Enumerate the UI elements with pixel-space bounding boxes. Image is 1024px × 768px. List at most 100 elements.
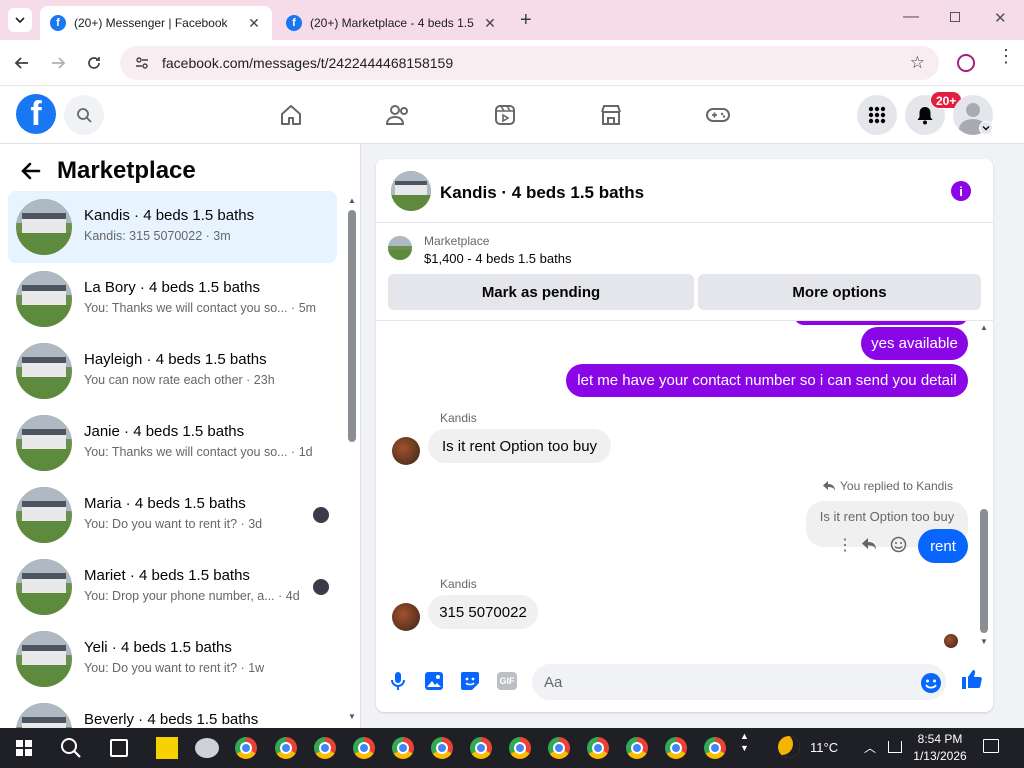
clock-date[interactable]: 1/13/2026 (910, 749, 970, 763)
bookmark-star-icon[interactable]: ☆ (910, 53, 925, 73)
chrome-app-icon[interactable] (587, 737, 609, 759)
voice-clip-button[interactable] (390, 671, 406, 696)
weather-temperature[interactable]: 11°C (810, 740, 838, 755)
tab-search-button[interactable] (8, 8, 32, 32)
message-outgoing[interactable]: let me have your contact number so i can… (566, 364, 968, 397)
reload-button[interactable] (80, 49, 108, 77)
chrome-app-icon[interactable] (235, 737, 257, 759)
facebook-logo[interactable]: f (16, 94, 56, 134)
chrome-app-icon[interactable] (509, 737, 531, 759)
chrome-app-icon[interactable] (392, 737, 414, 759)
reply-note: You replied to Kandis (840, 479, 953, 493)
message-outgoing[interactable]: yes available (861, 327, 968, 360)
site-info-icon[interactable] (134, 55, 150, 71)
listing-thumbnail (16, 631, 72, 687)
address-bar[interactable]: facebook.com/messages/t/2422444468158159… (120, 46, 939, 80)
chrome-app-icon[interactable] (431, 737, 453, 759)
browser-menu-icon[interactable]: ⋮ (997, 47, 1015, 65)
more-options-button[interactable]: More options (698, 274, 981, 310)
scrollbar-thumb[interactable] (348, 210, 356, 442)
notification-center-icon[interactable] (983, 739, 999, 753)
attach-photo-button[interactable] (424, 671, 444, 696)
sender-avatar[interactable] (392, 603, 420, 631)
photo-icon (425, 672, 443, 690)
conversation-snippet: You: Thanks we will contact you so... · … (84, 301, 317, 315)
seen-avatar (313, 507, 329, 523)
forward-button[interactable] (44, 49, 72, 77)
sender-name: Kandis (440, 577, 477, 591)
task-view-button[interactable] (110, 739, 128, 757)
tab-close-icon[interactable]: ✕ (482, 15, 498, 32)
taskbar-app-icon[interactable] (195, 738, 219, 758)
taskbar-overflow-chevron[interactable]: ▲ ▼ (740, 730, 749, 754)
nav-video[interactable] (490, 100, 520, 130)
conversation-item[interactable]: Janie · 4 beds 1.5 baths You: Thanks we w… (8, 407, 337, 479)
conversation-item[interactable]: Maria · 4 beds 1.5 baths You: Do you want… (8, 479, 337, 551)
mark-as-pending-button[interactable]: Mark as pending (388, 274, 694, 310)
chrome-app-icon[interactable] (548, 737, 570, 759)
clock-time[interactable]: 8:54 PM (916, 732, 964, 746)
gif-button[interactable]: GIF (497, 672, 517, 690)
conversation-item[interactable]: Yeli · 4 beds 1.5 baths You: Do you want … (8, 623, 337, 695)
chrome-app-icon[interactable] (704, 737, 726, 759)
tab-close-icon[interactable]: ✕ (246, 15, 262, 32)
account-chevron-icon[interactable] (979, 121, 993, 135)
back-arrow-button[interactable] (20, 160, 44, 184)
conversation-item[interactable]: La Bory · 4 beds 1.5 baths You: Thanks we… (8, 263, 337, 335)
scrollbar-track[interactable]: ▲ ▼ (346, 196, 358, 724)
listing-thumbnail[interactable] (388, 236, 412, 260)
message-incoming[interactable]: 315 5070022 (428, 595, 538, 629)
like-button[interactable] (960, 668, 982, 695)
listing-summary[interactable]: $1,400 - 4 beds 1.5 baths (424, 251, 571, 266)
menu-button[interactable] (857, 95, 897, 135)
sticker-icon (461, 672, 479, 690)
reply-button[interactable] (861, 537, 877, 556)
nav-marketplace[interactable] (596, 100, 626, 130)
message-incoming[interactable]: Is it rent Option too buy (428, 429, 611, 463)
profile-icon[interactable] (957, 54, 975, 72)
emoji-picker-button[interactable] (920, 672, 942, 699)
window-close-button[interactable]: ✕ (994, 9, 1007, 27)
conversation-info-button[interactable]: i (951, 181, 971, 201)
back-button[interactable] (8, 49, 36, 77)
start-button[interactable] (16, 740, 32, 756)
nav-gaming[interactable] (703, 100, 733, 130)
chrome-app-icon[interactable] (626, 737, 648, 759)
network-icon[interactable] (888, 741, 902, 753)
weather-icon[interactable] (778, 736, 800, 758)
new-tab-button[interactable]: + (520, 9, 532, 32)
conversation-item[interactable]: Beverly · 4 beds 1.5 baths (8, 695, 337, 728)
chrome-app-icon[interactable] (470, 737, 492, 759)
tab-marketplace[interactable]: f (20+) Marketplace - 4 beds 1.5 ✕ (276, 6, 508, 40)
nav-home[interactable] (276, 100, 306, 130)
chrome-app-icon[interactable] (275, 737, 297, 759)
sticky-notes-app[interactable] (156, 737, 178, 759)
chrome-app-icon[interactable] (665, 737, 687, 759)
chrome-app-icon[interactable] (314, 737, 336, 759)
chrome-app-icon[interactable] (353, 737, 375, 759)
sender-avatar[interactable] (392, 437, 420, 465)
conversation-item[interactable]: Kandis · 4 beds 1.5 baths Kandis: 315 507… (8, 191, 337, 263)
conversation-snippet: You can now rate each other · 23h (84, 373, 275, 387)
system-tray-chevron[interactable]: ︿ (864, 739, 876, 756)
taskbar-search-button[interactable] (60, 737, 82, 764)
restore-button[interactable] (950, 12, 960, 22)
conversation-item[interactable]: Hayleigh · 4 beds 1.5 baths You can now r… (8, 335, 337, 407)
conversation-name: Beverly · 4 beds 1.5 baths (84, 711, 259, 728)
react-emoji-button[interactable] (890, 536, 907, 558)
thread-scrollbar-thumb[interactable] (980, 509, 988, 633)
nav-friends[interactable] (383, 100, 413, 130)
message-outgoing-reply[interactable]: rent (918, 529, 968, 563)
more-actions-icon[interactable]: ⋮ (837, 535, 853, 555)
thread-scrollbar[interactable]: ▲ ▼ (978, 321, 990, 651)
gif-label: GIF (499, 676, 515, 686)
search-button[interactable] (64, 95, 104, 135)
conversation-item[interactable]: Mariet · 4 beds 1.5 baths You: Drop your … (8, 551, 337, 623)
minimize-button[interactable]: — (903, 8, 919, 26)
listing-thumbnail (16, 343, 72, 399)
chat-title[interactable]: Kandis · 4 beds 1.5 baths (440, 183, 644, 203)
message-input[interactable]: Aa (532, 664, 946, 700)
tab-messenger[interactable]: f (20+) Messenger | Facebook ✕ (40, 6, 272, 40)
chat-listing-thumbnail[interactable] (391, 171, 431, 211)
sticker-button[interactable] (460, 671, 480, 696)
